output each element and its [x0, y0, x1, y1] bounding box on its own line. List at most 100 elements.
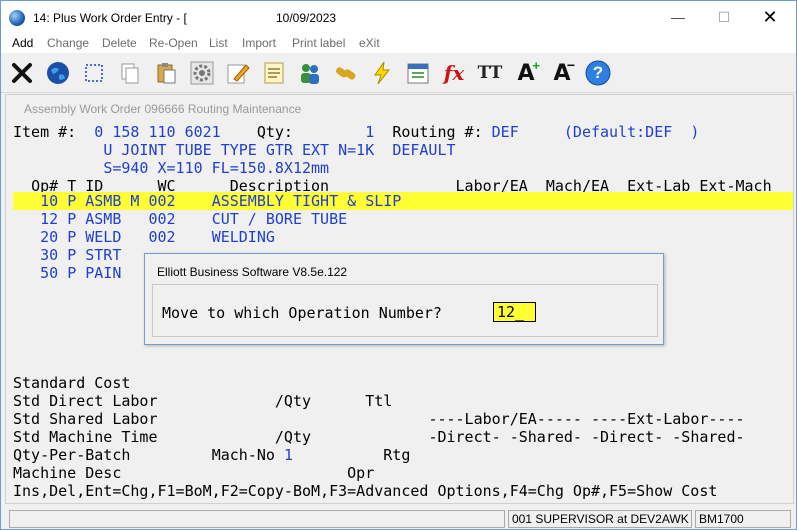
users-icon[interactable]	[295, 58, 325, 88]
paste-icon[interactable]	[151, 58, 181, 88]
table-row[interactable]: 20 P WELD 002 WELDING	[13, 228, 275, 246]
tt-label: TT	[477, 63, 503, 83]
help-question-label: ?	[592, 63, 604, 82]
shared-header: -Shared-	[509, 428, 582, 446]
settings-gear-icon[interactable]	[187, 58, 217, 88]
row-op: 12	[40, 210, 59, 228]
dialog-prompt: Move to which Operation Number?	[162, 304, 442, 322]
shared-header: -Shared-	[672, 428, 745, 446]
globe-icon[interactable]	[43, 58, 73, 88]
status-module: BM1700	[695, 510, 791, 528]
mach-no-value[interactable]: 1	[284, 446, 293, 464]
increase-font-icon[interactable]: A +	[511, 58, 541, 88]
calendar-icon[interactable]	[403, 58, 433, 88]
window-date: 10/09/2023	[276, 11, 337, 25]
menu-change[interactable]: Change	[47, 36, 89, 50]
description-line-2: S=940 X=110 FL=150.8X12mm	[13, 159, 329, 177]
link-icon[interactable]	[331, 58, 361, 88]
minimize-button[interactable]: —	[655, 1, 701, 35]
item-number[interactable]: 0 158 110 6021	[94, 123, 220, 141]
item-desc-default: DEFAULT	[392, 141, 456, 159]
move-operation-dialog: Elliott Business Software V8.5e.122 Move…	[144, 253, 664, 345]
maximize-button[interactable]: ☐	[701, 1, 747, 35]
direct-header: -Direct-	[428, 428, 501, 446]
copy-icon[interactable]	[115, 58, 145, 88]
dialog-title: Elliott Business Software V8.5e.122	[157, 265, 348, 279]
menu-reopen[interactable]: Re-Open	[149, 36, 198, 50]
std-direct-labor-label: Std Direct Labor	[13, 392, 158, 410]
row-type: P	[67, 192, 77, 210]
close-button[interactable]: ✕	[747, 1, 793, 35]
menu-add[interactable]: Add	[12, 36, 33, 50]
row-id: WELD	[85, 228, 122, 246]
menu-delete[interactable]: Delete	[102, 36, 137, 50]
lightning-icon[interactable]	[367, 58, 397, 88]
std-shared-labor-label: Std Shared Labor	[13, 410, 158, 428]
labor-ea-header: ----Labor/EA-----	[428, 410, 582, 428]
menu-bar: Add Change Delete Re-Open List Import Pr…	[1, 35, 796, 53]
dialog-body: Move to which Operation Number? 12_	[152, 284, 658, 337]
table-row[interactable]: 50 P PAIN	[13, 264, 121, 282]
menu-print-label[interactable]: Print label	[292, 36, 345, 50]
rtg-label: Rtg	[383, 446, 411, 464]
plus-icon: +	[532, 58, 540, 73]
ext-labor-header: ----Ext-Labor----	[591, 410, 745, 428]
mach-no-label: Mach-No	[211, 446, 275, 464]
routing-default: (Default:DEF )	[563, 123, 700, 141]
close-x-icon[interactable]	[7, 58, 37, 88]
window-title: 14: Plus Work Order Entry - [	[33, 11, 187, 25]
table-row[interactable]: 10 P ASMB M 002 ASSEMBLY TIGHT & SLIP	[13, 192, 401, 210]
function-fx-icon[interactable]: fx	[439, 58, 469, 88]
item-label: Item #:	[13, 123, 77, 141]
row-type: P	[67, 246, 77, 264]
item-desc-2: S=940 X=110 FL=150.8X12mm	[103, 159, 330, 177]
row-wc: 002	[148, 192, 176, 210]
per-qty-label: /Qty	[274, 428, 312, 446]
menu-list[interactable]: List	[209, 36, 228, 50]
function-key-help: Ins,Del,Ent=Chg,F1=BoM,F2=Copy-BoM,F3=Ad…	[13, 482, 718, 500]
table-row[interactable]: 30 P STRT	[13, 246, 121, 264]
status-message-panel	[9, 510, 505, 528]
row-desc: WELDING	[211, 228, 275, 246]
help-icon[interactable]: ?	[583, 58, 613, 88]
select-box-icon[interactable]	[79, 58, 109, 88]
row-id: STRT	[85, 246, 122, 264]
description-line-1: U JOINT TUBE TYPE GTR EXT N=1K DEFAULT	[13, 141, 456, 159]
row-op: 30	[40, 246, 59, 264]
menu-import[interactable]: Import	[242, 36, 276, 50]
row-op: 50	[40, 264, 59, 282]
row-id: PAIN	[85, 264, 122, 282]
qty-label: Qty:	[256, 123, 293, 141]
minus-icon: −	[566, 57, 575, 73]
row-machine-flag: M	[130, 192, 140, 210]
edit-pencil-icon[interactable]	[223, 58, 253, 88]
font-size-icon[interactable]: TT	[475, 58, 505, 88]
std-shared-labor-line: Std Shared Labor ----Labor/EA----- ----E…	[13, 410, 745, 428]
item-line: Item #: 0 158 110 6021 Qty: 1 Routing #:…	[13, 123, 699, 141]
row-type: P	[67, 210, 77, 228]
table-row[interactable]: 12 P ASMB 002 CUT / BORE TUBE	[13, 210, 347, 228]
row-op: 10	[40, 192, 59, 210]
fx-label: fx	[443, 61, 465, 85]
operation-number-input[interactable]: 12_	[493, 302, 536, 322]
item-desc-1: U JOINT TUBE TYPE GTR EXT N=1K	[103, 141, 375, 159]
row-type: P	[67, 264, 77, 282]
notes-icon[interactable]	[259, 58, 289, 88]
menu-exit[interactable]: eXit	[359, 36, 380, 50]
title-bar: 14: Plus Work Order Entry - [ 10/09/2023…	[1, 1, 796, 35]
qty-value[interactable]: 1	[365, 123, 374, 141]
decrease-font-icon[interactable]: A −	[547, 57, 577, 88]
routing-value[interactable]: DEF	[492, 123, 519, 141]
ttl-label: Ttl	[365, 392, 393, 410]
std-machine-time-line: Std Machine Time /Qty -Direct- -Shared- …	[13, 428, 745, 446]
machine-desc-line: Machine Desc Opr	[13, 464, 374, 482]
std-machine-time-label: Std Machine Time	[13, 428, 158, 446]
row-wc: 002	[148, 210, 176, 228]
opr-label: Opr	[347, 464, 375, 482]
standard-cost-heading: Standard Cost	[13, 374, 131, 392]
row-wc: 002	[148, 228, 176, 246]
screen-caption: Assembly Work Order 096666 Routing Maint…	[24, 102, 302, 116]
routing-label: Routing #:	[392, 123, 483, 141]
std-direct-labor-line: Std Direct Labor /Qty Ttl	[13, 392, 392, 410]
row-id: ASMB	[85, 210, 122, 228]
